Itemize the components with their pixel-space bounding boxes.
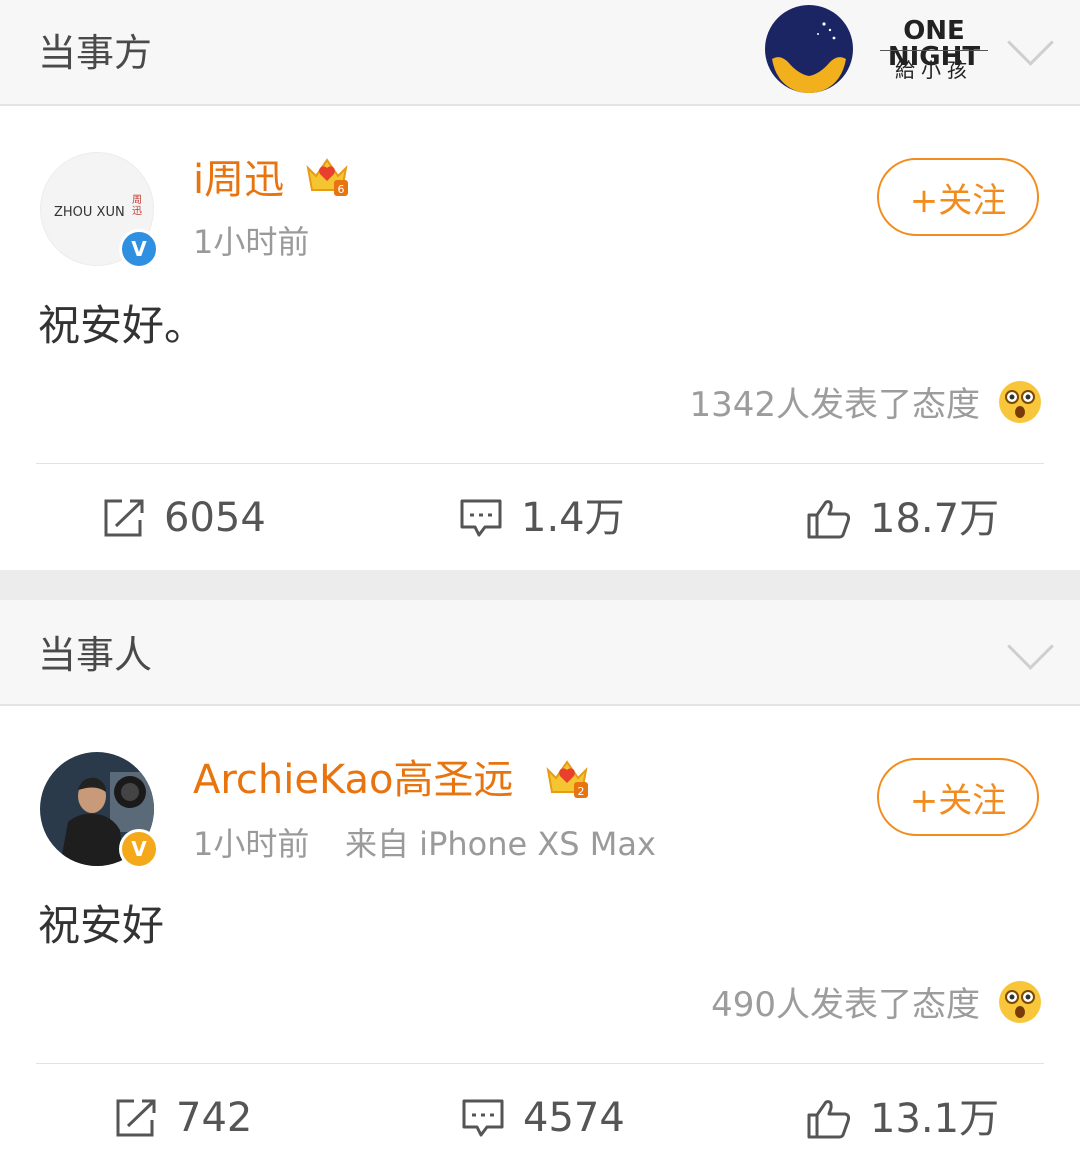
surprised-emoji-icon[interactable] — [998, 380, 1042, 428]
like-count: 18.7万 — [870, 496, 1000, 542]
section-separator — [0, 570, 1080, 600]
divider — [0, 704, 1080, 706]
divider — [36, 463, 1044, 464]
post-content: 祝安好。 — [38, 301, 207, 350]
attitude-count[interactable]: 1342人发表了态度 — [689, 388, 980, 422]
repost-count: 742 — [176, 1095, 253, 1141]
verified-icon: V — [119, 829, 159, 869]
like-button[interactable]: 13.1万 — [806, 1098, 999, 1140]
chevron-down-icon[interactable] — [1007, 19, 1054, 66]
badge-rule — [880, 50, 988, 51]
username[interactable]: ArchieKao高圣远 — [193, 760, 514, 800]
comment-icon — [460, 499, 502, 537]
avatar-text: ZHOU XUN — [54, 205, 125, 220]
section-header-person[interactable]: 当事人 — [0, 600, 1080, 704]
username[interactable]: i周迅 — [193, 160, 284, 200]
follow-button[interactable]: +关注 — [877, 758, 1039, 836]
comment-count: 4574 — [523, 1095, 625, 1141]
section-header-party[interactable]: 当事方 ONE NIGHT 給小孩 — [0, 0, 1080, 104]
comment-count: 1.4万 — [521, 495, 625, 541]
one-night-logo — [764, 4, 854, 94]
divider — [0, 104, 1080, 106]
crown-icon: 2 — [544, 756, 590, 804]
badge-subtitle: 給小孩 — [895, 58, 973, 82]
post-content: 祝安好 — [38, 901, 165, 950]
post-source: 来自 iPhone XS Max — [345, 825, 656, 863]
repost-count: 6054 — [164, 495, 266, 541]
comment-icon — [462, 1099, 504, 1137]
like-button[interactable]: 18.7万 — [806, 498, 999, 540]
attitude-count[interactable]: 490人发表了态度 — [711, 988, 980, 1022]
post-time: 1小时前 — [193, 223, 310, 261]
repost-button[interactable]: 6054 — [102, 498, 266, 538]
surprised-emoji-icon[interactable] — [998, 980, 1042, 1028]
repost-button[interactable]: 742 — [114, 1098, 252, 1138]
section-title: 当事方 — [38, 31, 153, 75]
chevron-down-icon[interactable] — [1007, 623, 1054, 670]
post-time: 1小时前 — [193, 825, 310, 863]
section-title: 当事人 — [38, 633, 153, 677]
crown-icon: 6 — [304, 154, 350, 202]
divider — [36, 1063, 1044, 1064]
svg-text:2: 2 — [578, 785, 585, 798]
svg-text:6: 6 — [338, 183, 345, 196]
thumbs-up-icon — [807, 500, 851, 539]
follow-button[interactable]: +关注 — [877, 158, 1039, 236]
thumbs-up-icon — [807, 1100, 851, 1139]
avatar-seal: 周迅 — [132, 195, 142, 217]
comment-button[interactable]: 1.4万 — [459, 498, 625, 538]
verified-icon: V — [119, 229, 159, 269]
comment-button[interactable]: 4574 — [461, 1098, 625, 1138]
like-count: 13.1万 — [870, 1096, 1000, 1142]
repost-icon — [104, 499, 144, 537]
repost-icon — [116, 1099, 156, 1137]
